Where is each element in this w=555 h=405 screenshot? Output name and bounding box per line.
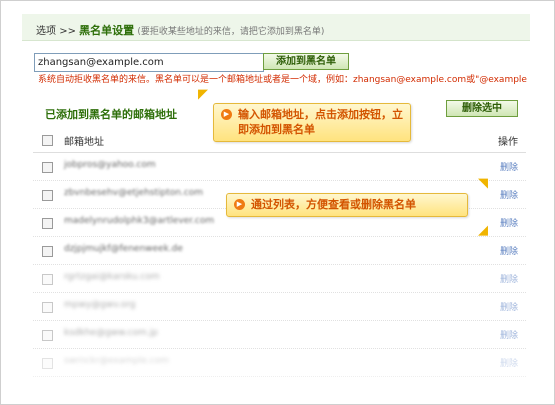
table-row: swrnckr@example.com 删除 [33, 349, 526, 377]
table-row: ksdkhe@gww.com.jp 删除 [33, 321, 526, 349]
input-tip-callout: ▶ 输入邮箱地址，点击添加按钮，立即添加到黑名单 [213, 103, 411, 142]
row-checkbox[interactable] [42, 162, 53, 173]
breadcrumb-home[interactable]: 选项 [36, 26, 56, 37]
row-email: ksdkhe@gww.com.jp [64, 328, 158, 338]
email-input[interactable] [34, 53, 264, 72]
list-tip-callout: ▶ 通过列表，方便查看或删除黑名单 [226, 193, 468, 217]
play-bullet-icon: ▶ [221, 109, 232, 120]
list-tip-text: 通过列表，方便查看或删除黑名单 [251, 198, 416, 211]
table-row: mpwy@gwv.org 删除 [33, 293, 526, 321]
page-title: 黑名单设置 [79, 24, 135, 37]
row-email: madelynrudolphk3@artlever.com [64, 216, 215, 226]
play-bullet-icon: ▶ [234, 199, 245, 210]
row-delete-link[interactable]: 删除 [500, 300, 518, 313]
column-header-action: 操作 [498, 137, 518, 148]
row-email: zbvnbesehv@etjehstipton.com [64, 188, 204, 198]
row-email: mpwy@gwv.org [64, 300, 136, 310]
row-checkbox[interactable] [42, 190, 53, 201]
row-delete-link[interactable]: 删除 [500, 356, 518, 369]
table-row: rgrtzgai@karsku.com 删除 [33, 265, 526, 293]
breadcrumb-separator: >> [59, 26, 76, 37]
row-delete-link[interactable]: 删除 [500, 244, 518, 257]
blacklist-notice: 系统自动拒收黑名单的来信。黑名单可以是一个邮箱地址或者是一个域，例如：zhang… [38, 75, 527, 85]
row-email: rgrtzgai@karsku.com [64, 272, 160, 282]
pointer-arrow-icon: ◢ [478, 223, 488, 238]
row-checkbox[interactable] [42, 246, 53, 257]
row-checkbox[interactable] [42, 302, 53, 313]
row-checkbox[interactable] [42, 218, 53, 229]
table-row: dzjpjmujkf@fenenweek.de 删除 [33, 237, 526, 265]
row-delete-link[interactable]: 删除 [500, 188, 518, 201]
row-delete-link[interactable]: 删除 [500, 160, 518, 173]
row-checkbox[interactable] [42, 330, 53, 341]
row-email: jobpros@yahoo.com [64, 160, 156, 170]
add-to-blacklist-button[interactable]: 添加到黑名单 [263, 53, 349, 70]
blacklist-section-title: 已添加到黑名单的邮箱地址 [45, 108, 177, 121]
page-hint: (要拒收某些地址的来信，请把它添加到黑名单) [137, 27, 325, 37]
column-header-email: 邮箱地址 [64, 137, 104, 148]
select-all-checkbox[interactable] [42, 135, 53, 146]
pointer-arrow-icon: ◥ [478, 176, 488, 191]
row-checkbox[interactable] [42, 274, 53, 285]
row-email: dzjpjmujkf@fenenweek.de [64, 244, 183, 254]
input-tip-text: 输入邮箱地址，点击添加按钮，立即添加到黑名单 [238, 108, 403, 136]
table-row: jobpros@yahoo.com 删除 [33, 153, 526, 181]
row-delete-link[interactable]: 删除 [500, 328, 518, 341]
delete-selected-button[interactable]: 删除选中 [446, 100, 518, 117]
row-delete-link[interactable]: 删除 [500, 272, 518, 285]
breadcrumb: 选项 >> 黑名单设置 (要拒收某些地址的来信，请把它添加到黑名单) [36, 22, 324, 38]
pointer-arrow-icon: ◤ [198, 87, 208, 102]
row-checkbox[interactable] [42, 358, 53, 369]
row-email: swrnckr@example.com [64, 356, 169, 366]
row-delete-link[interactable]: 删除 [500, 216, 518, 229]
